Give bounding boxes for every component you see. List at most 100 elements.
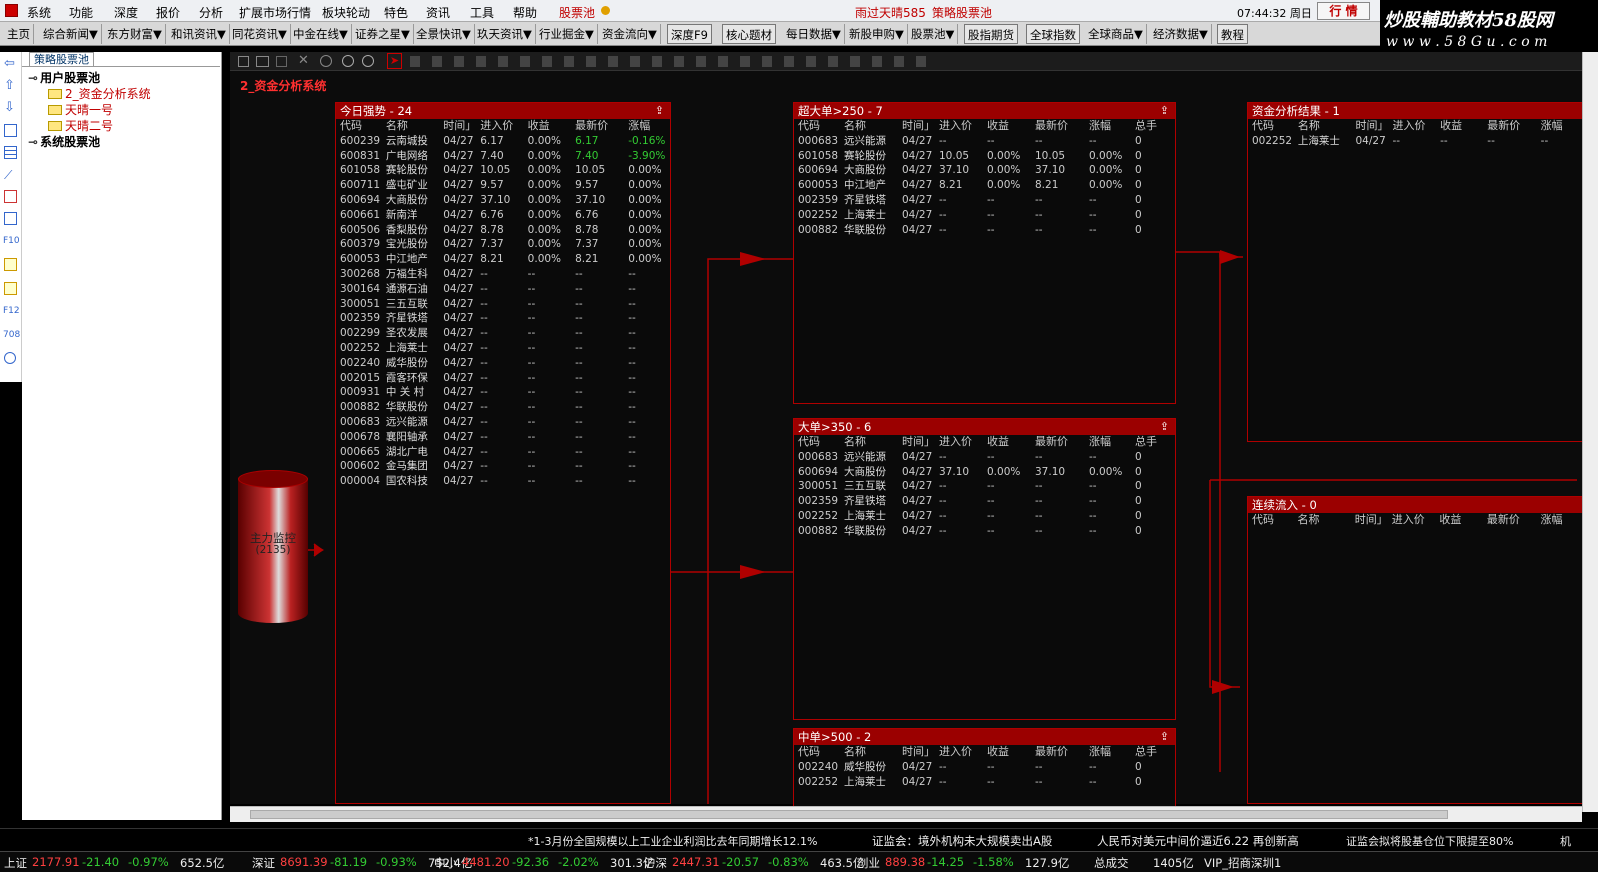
column-header[interactable]: 时间」 xyxy=(439,119,476,134)
table-row[interactable]: 601058 赛轮股份 04/27 10.05 0.00% 10.05 0.00% 0 xyxy=(794,149,1171,164)
news-item-3[interactable]: 人民币对美元中间价逼近6.22 再创新高 xyxy=(1097,833,1299,849)
table-row[interactable]: 600711 盛屯矿业 04/27 9.57 0.00% 9.57 0.00% xyxy=(336,178,670,193)
toolbar-eastmoney[interactable]: 东方财富▼ xyxy=(104,24,166,44)
table-row[interactable]: 002252 上海莱士 04/27 -- -- -- -- 0 xyxy=(794,509,1171,524)
bar-icon[interactable] xyxy=(4,212,17,225)
f10-icon[interactable]: F10 xyxy=(3,236,20,246)
pause-icon[interactable] xyxy=(342,55,354,67)
table-row[interactable]: 002299 圣农发展 04/27 -- -- -- -- xyxy=(336,326,670,341)
column-header[interactable]: 代码 xyxy=(794,119,840,134)
column-header[interactable]: 时间」 xyxy=(898,745,935,760)
menu-item-features[interactable]: 特色 xyxy=(384,4,408,21)
column-header[interactable]: 收益 xyxy=(983,745,1031,760)
candle-icon[interactable] xyxy=(4,190,17,203)
toolbar-daily-data[interactable]: 每日数据▼ xyxy=(783,24,845,44)
table-row[interactable]: 600379 宝光股份 04/27 7.37 0.00% 7.37 0.00% xyxy=(336,237,670,252)
column-header[interactable]: 涨幅 xyxy=(1085,435,1131,450)
toolbar-tutorial[interactable]: 教程 xyxy=(1217,24,1248,44)
table-row[interactable]: 300051 三五互联 04/27 -- -- -- -- 0 xyxy=(794,479,1171,494)
grid-view-icon[interactable] xyxy=(276,56,287,67)
toolbar-f9[interactable]: 深度F9 xyxy=(667,24,712,44)
sidebar-tab[interactable]: 策略股票池 xyxy=(29,52,94,67)
column-header[interactable]: 最新价 xyxy=(1031,119,1085,134)
panel-super-large[interactable]: 超大单>250 - 7 ⇪ 代码 名称 时间」 进入价 收益 最新价 涨幅 总手 000683 远兴… xyxy=(793,102,1176,404)
menu-item-depth[interactable]: 深度 xyxy=(114,4,138,21)
toolbar-economy[interactable]: 经济数据▼ xyxy=(1150,24,1212,44)
toolbar-capital-flow[interactable]: 资金流向▼ xyxy=(599,24,661,44)
table-row[interactable]: 000683 远兴能源 04/27 -- -- -- -- 0 xyxy=(794,450,1171,465)
toolbar-cnfol[interactable]: 中金在线▼ xyxy=(290,24,352,44)
search-icon[interactable] xyxy=(4,352,16,364)
column-header[interactable]: 代码 xyxy=(1248,119,1294,134)
table-row[interactable]: 000683 远兴能源 04/27 -- -- -- -- xyxy=(336,415,670,430)
line-chart-icon[interactable]: ⟋ xyxy=(4,168,12,183)
grid-icon[interactable] xyxy=(4,146,17,159)
news-item-5[interactable]: 机 xyxy=(1560,833,1571,849)
table-row[interactable]: 002240 威华股份 04/27 -- -- -- -- 0 xyxy=(794,760,1171,775)
news-item-4[interactable]: 证监会拟将股基仓位下限提至80% xyxy=(1346,833,1513,849)
toolbar-10jqka[interactable]: 同花资讯▼ xyxy=(229,24,291,44)
chart-icon[interactable] xyxy=(4,258,17,271)
collapse-up-icon[interactable]: ⇪ xyxy=(1160,729,1169,745)
column-header[interactable]: 代码 xyxy=(336,119,382,134)
column-header[interactable]: 最新价 xyxy=(571,119,624,134)
column-header[interactable]: 进入价 xyxy=(1388,513,1436,528)
toolbar-stockstar[interactable]: 证券之星▼ xyxy=(352,24,414,44)
tree-node[interactable]: ⊸ 用户股票池 xyxy=(26,70,220,86)
table-row[interactable]: 000882 华联股份 04/27 -- -- -- -- 0 xyxy=(794,223,1171,238)
table-row[interactable]: 600661 新南洋 04/27 6.76 0.00% 6.76 0.00% xyxy=(336,208,670,223)
table-row[interactable]: 600831 广电网络 04/27 7.40 0.00% 7.40 -3.90% xyxy=(336,149,670,164)
column-header[interactable]: 代码 xyxy=(1248,513,1294,528)
column-header[interactable]: 进入价 xyxy=(476,119,523,134)
column-header[interactable]: 时间」 xyxy=(898,119,935,134)
column-header[interactable]: 收益 xyxy=(983,435,1031,450)
tree-node[interactable]: ⊸ 系统股票池 xyxy=(26,134,220,150)
table-row[interactable]: 002359 齐星铁塔 04/27 -- -- -- -- 0 xyxy=(794,193,1171,208)
tree-node[interactable]: 2_资金分析系统 xyxy=(26,86,220,102)
column-header[interactable]: 涨幅 xyxy=(1536,513,1582,528)
column-header[interactable]: 涨幅 xyxy=(1085,119,1131,134)
up-arrow-icon[interactable]: ⇧ xyxy=(4,78,15,93)
index-name[interactable]: 中小 xyxy=(434,855,457,871)
table-row[interactable]: 300051 三五互联 04/27 -- -- -- -- xyxy=(336,297,670,312)
column-header[interactable]: 进入价 xyxy=(1388,119,1436,134)
column-header[interactable]: 最新价 xyxy=(1483,513,1537,528)
menu-item-system[interactable]: 系统 xyxy=(27,4,51,21)
column-header[interactable]: 时间」 xyxy=(1351,119,1388,134)
menu-item-sector-rotation[interactable]: 板块轮动 xyxy=(322,4,370,21)
column-header[interactable]: 进入价 xyxy=(935,745,983,760)
play-icon[interactable] xyxy=(320,55,332,67)
table-row[interactable]: 600694 大商股份 04/27 37.10 0.00% 37.10 0.00% 0 xyxy=(794,163,1171,178)
table-row[interactable]: 600053 中江地产 04/27 8.21 0.00% 8.21 0.00% xyxy=(336,252,670,267)
tree-node[interactable]: 天晴二号 xyxy=(26,118,220,134)
header-link-2[interactable]: 策略股票池 xyxy=(932,4,992,21)
bottom-scrollbar[interactable] xyxy=(230,806,1582,822)
table-row[interactable]: 000931 中 关 村 04/27 -- -- -- -- xyxy=(336,385,670,400)
column-header[interactable]: 名称 xyxy=(382,119,439,134)
column-header[interactable]: 名称 xyxy=(840,745,898,760)
news-item-1[interactable]: *1-3月份全国规模以上工业企业利润比去年同期增长12.1% xyxy=(528,833,817,849)
table-row[interactable]: 002252 上海莱士 04/27 -- -- -- -- 0 xyxy=(794,208,1171,223)
f12-icon[interactable]: F12 xyxy=(3,306,20,316)
panel-medium[interactable]: 中单>500 - 2 ⇪ 代码 名称 时间」 进入价 收益 最新价 涨幅 总手 002240 威华股… xyxy=(793,728,1176,808)
panel-analysis-result[interactable]: 资金分析结果 - 1 代码 名称 时间」 进入价 收益 最新价 涨幅 002252 上海莱士 04… xyxy=(1247,102,1582,442)
table-row[interactable]: 600694 大商股份 04/27 37.10 0.00% 37.10 0.00% 0 xyxy=(794,465,1171,480)
table-row[interactable]: 002252 上海莱士 04/27 -- -- -- -- xyxy=(336,341,670,356)
table-row[interactable]: 002252 上海莱士 04/27 -- -- -- -- 0 xyxy=(794,775,1171,790)
table-row[interactable]: 300164 通源石油 04/27 -- -- -- -- xyxy=(336,282,670,297)
column-header[interactable]: 时间」 xyxy=(1351,513,1388,528)
menu-item-tools[interactable]: 工具 xyxy=(470,4,494,21)
menu-item-function[interactable]: 功能 xyxy=(69,4,93,21)
column-header[interactable]: 名称 xyxy=(840,435,898,450)
table-row[interactable]: 000665 湖北广电 04/27 -- -- -- -- xyxy=(336,445,670,460)
toolbar-p5w[interactable]: 全景快讯▼ xyxy=(413,24,475,44)
table-row[interactable]: 600506 香梨股份 04/27 8.78 0.00% 8.78 0.00% xyxy=(336,223,670,238)
tree-node[interactable]: 天晴一号 xyxy=(26,102,220,118)
toolbar-core-topics[interactable]: 核心题材 xyxy=(722,24,776,44)
toolbar-stock-pool[interactable]: 股票池▼ xyxy=(908,24,959,44)
window-icon[interactable] xyxy=(256,56,269,67)
column-header[interactable]: 最新价 xyxy=(1031,745,1085,760)
table-row[interactable]: 600239 云南城投 04/27 6.17 0.00% 6.17 -0.16% xyxy=(336,134,670,149)
column-header[interactable]: 代码 xyxy=(794,745,840,760)
column-header[interactable]: 总手 xyxy=(1131,435,1171,450)
